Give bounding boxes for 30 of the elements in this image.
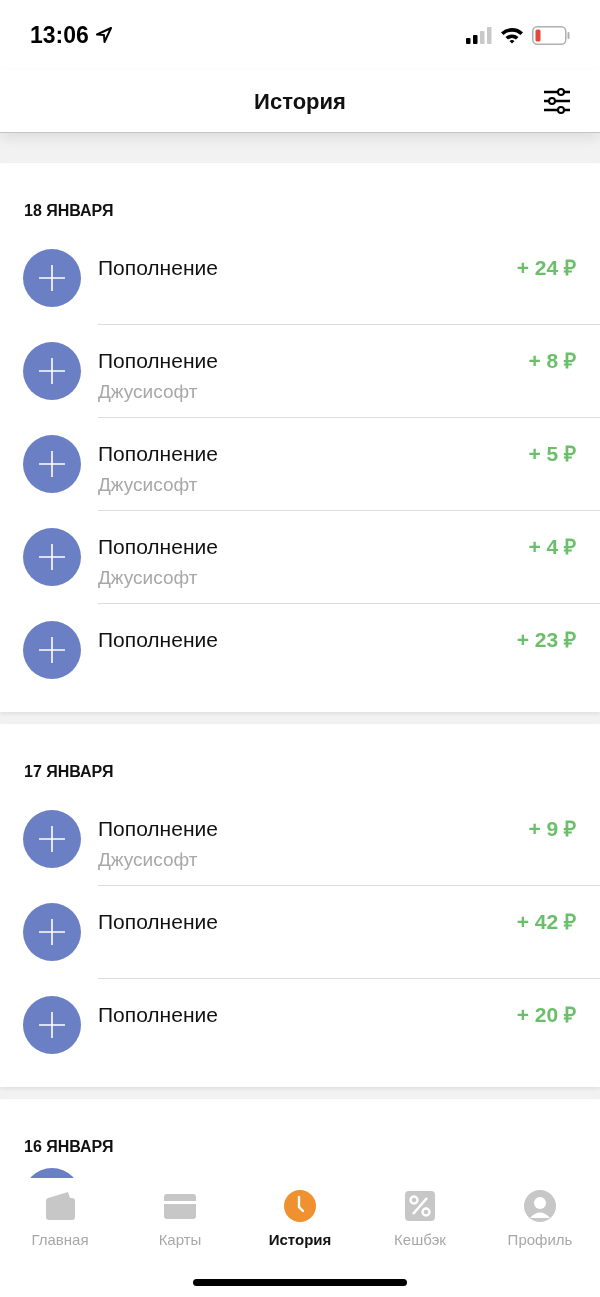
transaction-amount: + 9 ₽ [528, 816, 576, 842]
date-heading: 17 ЯНВАРЯ [23, 762, 115, 782]
transaction-merchant: Джусисофт [98, 565, 199, 590]
tab-bar-item[interactable]: История [240, 1188, 360, 1252]
transaction-amount: + 20 ₽ [516, 1002, 576, 1028]
transaction-title: Пополнение [98, 441, 218, 467]
transaction-amount: + 24 ₽ [516, 255, 576, 281]
transaction-title: Пополнение [98, 534, 218, 560]
transaction-title: Пополнение [98, 909, 218, 935]
date-heading: 16 ЯНВАРЯ [23, 1137, 115, 1157]
transaction-amount: + 23 ₽ [516, 627, 576, 653]
tab-bar-item[interactable]: Кешбэк [360, 1188, 480, 1252]
tab-bar-item[interactable]: Профиль [480, 1188, 600, 1252]
transaction-amount: + 42 ₽ [516, 909, 576, 935]
transaction-merchant: Джусисофт [98, 379, 199, 404]
transaction-title: Пополнение [98, 627, 218, 653]
transaction-title: Пополнение [98, 348, 218, 374]
tab-bar-item[interactable]: Карты [120, 1188, 240, 1252]
tab-bar-item[interactable]: Главная [0, 1188, 120, 1252]
transaction-title: Пополнение [98, 255, 218, 281]
transaction-title: Пополнение [98, 1002, 218, 1028]
transaction-merchant: Джусисофт [98, 847, 199, 872]
transaction-amount: + 8 ₽ [528, 348, 576, 374]
page-title: История [254, 87, 346, 116]
transaction-merchant: Джусисофт [98, 472, 199, 497]
transaction-amount: + 5 ₽ [528, 441, 576, 467]
date-heading: 18 ЯНВАРЯ [23, 201, 115, 221]
transaction-amount: + 4 ₽ [528, 534, 576, 560]
transaction-title: Пополнение [98, 816, 218, 842]
status-time: 13:06 [30, 20, 89, 50]
